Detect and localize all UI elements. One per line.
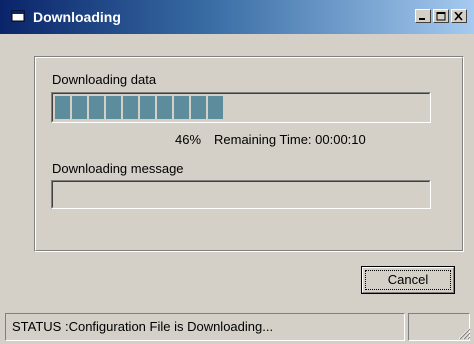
maximize-button[interactable] [433,9,449,23]
cancel-button[interactable]: Cancel [361,266,455,294]
window-title: Downloading [33,9,121,25]
downloading-data-label: Downloading data [52,72,157,87]
progress-percent: 46% [175,132,202,147]
cancel-button-label: Cancel [387,272,429,287]
progress-block [174,96,189,119]
progress-block [106,96,121,119]
minimize-icon [419,18,425,20]
status-bar: STATUS :Configuration File is Downloadin… [0,310,474,344]
progress-block [55,96,70,119]
progress-block [123,96,138,119]
progress-block [89,96,104,119]
downloading-message-field [51,180,431,209]
progress-block [191,96,206,119]
app-window-icon [11,10,25,22]
maximize-icon [436,12,446,21]
progress-block [157,96,172,119]
download-progress-bar [51,92,431,123]
progress-block [208,96,223,119]
status-pane-main: STATUS :Configuration File is Downloadin… [5,313,405,341]
remaining-time: Remaining Time: 00:00:10 [214,132,366,147]
minimize-button[interactable] [415,9,431,23]
resize-grip-icon[interactable] [457,326,471,340]
close-button[interactable] [451,9,467,23]
downloading-window: Downloading Downloading data 46% Remaini… [0,0,474,344]
progress-fill [55,96,223,119]
title-bar[interactable]: Downloading [0,0,474,34]
close-icon [454,12,463,21]
downloading-message-label: Downloading message [52,161,184,176]
progress-block [72,96,87,119]
progress-block [140,96,155,119]
status-text: STATUS :Configuration File is Downloadin… [12,319,274,334]
